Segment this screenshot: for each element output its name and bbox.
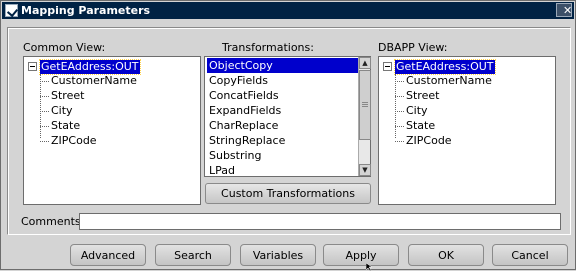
custom-transformations-button[interactable]: Custom Transformations: [205, 183, 371, 204]
mapping-parameters-dialog: Mapping Parameters ✕ Common View: GetEAd…: [0, 0, 576, 271]
list-item[interactable]: Substring: [207, 148, 358, 163]
scroll-thumb[interactable]: [359, 70, 371, 140]
tree-item-label: State: [406, 119, 436, 132]
cancel-button[interactable]: Cancel: [492, 244, 568, 266]
window-title: Mapping Parameters: [21, 4, 151, 17]
app-icon: [5, 4, 18, 17]
variables-button[interactable]: Variables: [240, 244, 316, 266]
vertical-scrollbar[interactable]: ▲ ▼: [358, 57, 371, 176]
dbapp-view-label: DBAPP View:: [378, 41, 448, 54]
tree-item-label: City: [51, 104, 73, 117]
tree-item-label: CustomerName: [406, 74, 492, 87]
transformations-list[interactable]: ObjectCopy CopyFields ConcatFields Expan…: [204, 56, 371, 177]
tree-item-label: ZIPCode: [51, 134, 97, 147]
tree-item-label: State: [51, 119, 81, 132]
tree-item-label: ZIPCode: [406, 134, 452, 147]
common-view-label: Common View:: [23, 41, 106, 54]
list-item[interactable]: ConcatFields: [207, 88, 358, 103]
apply-button[interactable]: Apply: [323, 244, 399, 266]
tree-item-label: Street: [51, 89, 85, 102]
list-item[interactable]: CharReplace: [207, 118, 358, 133]
list-item-selected[interactable]: ObjectCopy: [207, 58, 358, 73]
scroll-up-icon[interactable]: ▲: [359, 57, 371, 69]
list-item[interactable]: ExpandFields: [207, 103, 358, 118]
list-item[interactable]: CopyFields: [207, 73, 358, 88]
common-view-tree[interactable]: GetEAddress:OUT CustomerName Street City…: [23, 56, 201, 205]
tree-item-label: Street: [406, 89, 440, 102]
tree-item-label: City: [406, 104, 428, 117]
tree-item-label: CustomerName: [51, 74, 137, 87]
collapse-icon[interactable]: [28, 62, 37, 71]
scroll-down-icon[interactable]: ▼: [359, 164, 371, 176]
list-item[interactable]: StringReplace: [207, 133, 358, 148]
search-button[interactable]: Search: [155, 244, 231, 266]
ok-button[interactable]: OK: [408, 244, 484, 266]
comments-input[interactable]: [79, 213, 561, 230]
dbapp-view-tree[interactable]: GetEAddress:OUT CustomerName Street City…: [378, 56, 556, 205]
collapse-icon[interactable]: [383, 62, 392, 71]
tree-connector: [40, 74, 41, 138]
title-bar[interactable]: Mapping Parameters ✕: [2, 2, 574, 19]
transformations-label: Transformations:: [222, 41, 314, 54]
tree-root-label[interactable]: GetEAddress:OUT: [394, 59, 496, 75]
list-item[interactable]: LPad: [207, 163, 358, 178]
tree-root-label[interactable]: GetEAddress:OUT: [39, 59, 141, 75]
close-button[interactable]: ✕: [556, 3, 572, 17]
tree-connector: [395, 74, 396, 138]
comments-label: Comments: [21, 215, 81, 228]
advanced-button[interactable]: Advanced: [70, 244, 146, 266]
